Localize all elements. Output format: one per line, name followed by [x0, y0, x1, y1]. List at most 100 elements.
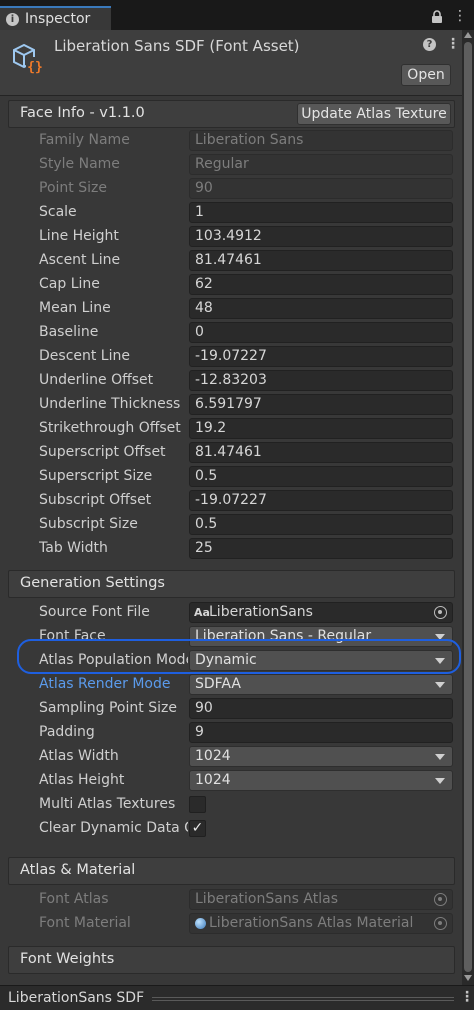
field-label: Atlas Height [39, 772, 125, 788]
field-label: Atlas Render Mode [39, 676, 171, 692]
asset-title: Liberation Sans SDF (Font Asset) [54, 37, 300, 55]
menu-icon[interactable]: ⋮ [453, 9, 467, 23]
field-label: Subscript Size [39, 516, 138, 532]
preview-footer: LiberationSans SDF ⋮ [0, 985, 474, 1010]
atlas-height-dropdown[interactable]: 1024 [189, 770, 453, 791]
face-info-row: Superscript Size 0.5 [0, 465, 462, 489]
field-label: Family Name [39, 132, 130, 148]
section-atlas-material[interactable]: Atlas & Material [8, 857, 455, 885]
face-info-row: Underline Thickness 6.591797 [0, 393, 462, 417]
font-file-icon: Aa [194, 606, 210, 619]
face-info-value-field[interactable]: 0.5 [189, 514, 453, 535]
object-picker-icon [434, 893, 447, 906]
dropdown-arrow-icon [435, 682, 445, 688]
field-label: Padding [39, 724, 95, 740]
clear-dynamic-data-checkbox[interactable]: ✓ [189, 820, 206, 837]
face-info-value-field[interactable]: 48 [189, 298, 453, 319]
scroll-up-icon[interactable] [464, 32, 472, 38]
field-label: Tab Width [39, 540, 108, 556]
dropdown-arrow-icon [435, 778, 445, 784]
face-info-value-field: Regular [189, 154, 453, 175]
face-info-value-field[interactable]: 103.4912 [189, 226, 453, 247]
font-atlas-field: LiberationSans Atlas [189, 889, 453, 910]
field-label: Clear Dynamic Data On Build [39, 820, 188, 836]
atlas-width-dropdown[interactable]: 1024 [189, 746, 453, 767]
row-font-atlas: Font Atlas LiberationSans Atlas [0, 888, 462, 912]
field-label: Point Size [39, 180, 107, 196]
dropdown-arrow-icon [435, 754, 445, 760]
info-icon: i [6, 12, 19, 26]
row-atlas-height: Atlas Height 1024 [0, 769, 462, 793]
scroll-thumb[interactable] [464, 42, 472, 972]
face-info-value-field[interactable]: 25 [189, 538, 453, 559]
dropdown-value: 1024 [195, 748, 231, 764]
face-info-row: Descent Line -19.07227 [0, 345, 462, 369]
inspector-tabbar: i Inspector ⋮ [0, 0, 474, 30]
vertical-scrollbar[interactable] [462, 30, 474, 985]
face-info-row: Superscript Offset 81.47461 [0, 441, 462, 465]
field-label: Underline Thickness [39, 396, 181, 412]
section-generation-settings[interactable]: Generation Settings [8, 570, 455, 598]
lock-icon[interactable] [431, 10, 443, 24]
field-label: Baseline [39, 324, 99, 340]
highlight-annotation [17, 639, 461, 674]
face-info-value-field[interactable]: 6.591797 [189, 394, 453, 415]
source-font-file-field[interactable]: Aa LiberationSans [189, 602, 453, 623]
field-label: Style Name [39, 156, 120, 172]
face-info-row: Underline Offset -12.83203 [0, 369, 462, 393]
kebab-menu-icon[interactable]: ⋮ [446, 36, 460, 52]
face-info-value-field[interactable]: 19.2 [189, 418, 453, 439]
update-atlas-texture-button[interactable]: Update Atlas Texture [297, 103, 451, 125]
atlas-render-mode-dropdown[interactable]: SDFAA [189, 674, 453, 695]
checkmark-icon: ✓ [191, 820, 204, 836]
footer-label: LiberationSans SDF [8, 990, 145, 1006]
field-label: Line Height [39, 228, 119, 244]
face-info-value-field[interactable]: 62 [189, 274, 453, 295]
help-icon[interactable]: ? [423, 38, 436, 51]
face-info-row: Subscript Offset -19.07227 [0, 489, 462, 513]
face-info-value-field[interactable]: 81.47461 [189, 442, 453, 463]
asset-header: {} Liberation Sans SDF (Font Asset) ? ⋮ … [0, 30, 462, 96]
dropdown-value: SDFAA [195, 676, 241, 692]
object-picker-icon [434, 917, 447, 930]
section-title: Generation Settings [20, 575, 165, 591]
font-material-field: LiberationSans Atlas Material [189, 913, 453, 934]
field-label: Subscript Offset [39, 492, 152, 508]
font-asset-icon: {} [13, 43, 44, 75]
object-picker-icon[interactable] [434, 606, 447, 619]
field-label: Ascent Line [39, 252, 121, 268]
field-label: Font Atlas [39, 891, 109, 907]
inspector-panel: {} Liberation Sans SDF (Font Asset) ? ⋮ … [0, 30, 462, 985]
face-info-row: Mean Line 48 [0, 297, 462, 321]
field-value: LiberationSans [209, 604, 313, 620]
row-font-material: Font Material LiberationSans Atlas Mater… [0, 912, 462, 936]
section-face-info[interactable]: Face Info - v1.1.0 Update Atlas Texture [8, 100, 455, 128]
open-button[interactable]: Open [401, 64, 451, 86]
dropdown-value: 1024 [195, 772, 231, 788]
face-info-value-field[interactable]: 1 [189, 202, 453, 223]
field-label: Superscript Offset [39, 444, 166, 460]
footer-menu-icon[interactable]: ⋮ [460, 989, 474, 1005]
section-title: Atlas & Material [20, 862, 136, 878]
row-sampling-point-size: Sampling Point Size 90 [0, 697, 462, 721]
face-info-value-field[interactable]: 81.47461 [189, 250, 453, 271]
sampling-point-size-field[interactable]: 90 [189, 698, 453, 719]
row-multi-atlas-textures: Multi Atlas Textures [0, 793, 462, 817]
face-info-row: Style Name Regular [0, 153, 462, 177]
face-info-value-field[interactable]: 0.5 [189, 466, 453, 487]
field-label: Strikethrough Offset [39, 420, 181, 436]
scroll-down-icon[interactable] [464, 975, 472, 981]
section-font-weights[interactable]: Font Weights [8, 946, 455, 974]
material-icon [195, 918, 206, 929]
face-info-row: Baseline 0 [0, 321, 462, 345]
multi-atlas-textures-checkbox[interactable] [189, 796, 206, 813]
face-info-value-field[interactable]: -19.07227 [189, 490, 453, 511]
field-label: Cap Line [39, 276, 100, 292]
face-info-value-field[interactable]: -19.07227 [189, 346, 453, 367]
padding-field[interactable]: 9 [189, 722, 453, 743]
face-info-value-field[interactable]: -12.83203 [189, 370, 453, 391]
tab-inspector[interactable]: i Inspector [0, 6, 111, 30]
face-info-value-field[interactable]: 0 [189, 322, 453, 343]
face-info-row: Subscript Size 0.5 [0, 513, 462, 537]
resize-grip[interactable] [152, 997, 454, 1001]
